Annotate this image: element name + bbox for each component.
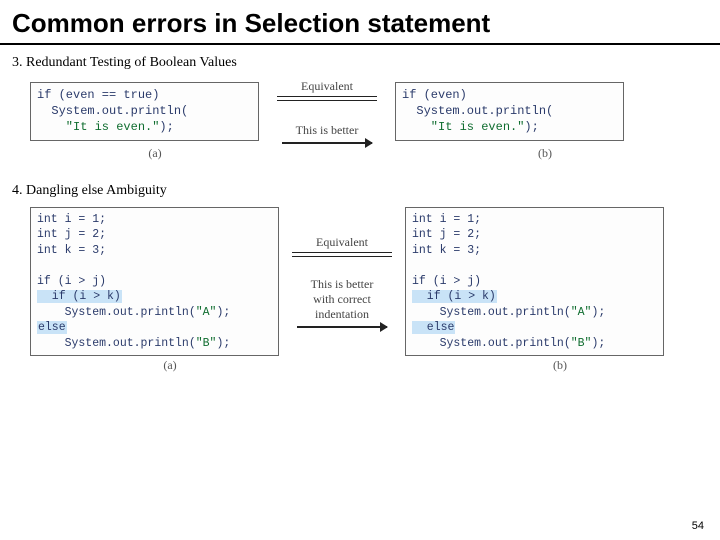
section-3-heading: 3. Redundant Testing of Boolean Values	[0, 45, 720, 77]
figure-3-captions: (a) (b)	[0, 144, 720, 161]
better-label-line3: indentation	[315, 307, 369, 322]
equivalent-label: Equivalent	[316, 235, 368, 250]
code-line: );	[216, 306, 230, 319]
code-line-highlight: else	[37, 321, 67, 334]
figure-3-middle: Equivalent This is better	[267, 79, 387, 144]
code-line: if (even == true)	[37, 88, 159, 102]
code-line: int i = 1;	[412, 213, 481, 226]
code-line: System.out.println(	[402, 104, 553, 118]
code-line: System.out.println(	[37, 306, 196, 319]
section-4-heading: 4. Dangling else Ambiguity	[0, 161, 720, 205]
caption-3b: (b)	[420, 146, 670, 161]
code-string: "It is even."	[37, 120, 159, 134]
code-box-3b: if (even) System.out.println( "It is eve…	[395, 82, 624, 141]
code-line: int k = 3;	[412, 244, 481, 257]
figure-4-captions: (a) (b)	[0, 356, 720, 373]
better-label-line2: with correct	[313, 292, 371, 307]
equivalent-rule-icon	[292, 252, 392, 257]
code-line-highlight: else	[412, 321, 455, 334]
code-string: "B"	[196, 337, 217, 350]
figure-4-middle: Equivalent This is better with correct i…	[287, 235, 397, 328]
page-title: Common errors in Selection statement	[0, 0, 720, 45]
code-string: "A"	[196, 306, 217, 319]
better-label: This is better	[296, 123, 359, 138]
code-line: );	[216, 337, 230, 350]
code-line-highlight: if (i > k)	[412, 290, 497, 303]
code-box-4b: int i = 1; int j = 2; int k = 3; if (i >…	[405, 207, 664, 357]
code-line: int k = 3;	[37, 244, 106, 257]
code-line: System.out.println(	[37, 104, 188, 118]
caption-4a: (a)	[30, 358, 310, 373]
code-line: if (i > j)	[37, 275, 106, 288]
code-line: int i = 1;	[37, 213, 106, 226]
code-line: int j = 2;	[412, 228, 481, 241]
code-box-4a: int i = 1; int j = 2; int k = 3; if (i >…	[30, 207, 279, 357]
code-line: if (i > j)	[412, 275, 481, 288]
code-line: System.out.println(	[412, 306, 571, 319]
better-label-line1: This is better	[311, 277, 374, 292]
figure-4-row: int i = 1; int j = 2; int k = 3; if (i >…	[0, 205, 720, 357]
arrow-right-icon	[282, 142, 372, 144]
code-line: );	[524, 120, 538, 134]
code-line: );	[591, 306, 605, 319]
code-box-3a: if (even == true) System.out.println( "I…	[30, 82, 259, 141]
code-line: );	[591, 337, 605, 350]
code-string: "B"	[571, 337, 592, 350]
code-line: System.out.println(	[37, 337, 196, 350]
code-string: "A"	[571, 306, 592, 319]
figure-3-row: if (even == true) System.out.println( "I…	[0, 77, 720, 144]
caption-4b: (b)	[430, 358, 690, 373]
page-number: 54	[692, 520, 704, 532]
equivalent-label: Equivalent	[301, 79, 353, 94]
code-line: );	[159, 120, 173, 134]
code-line: int j = 2;	[37, 228, 106, 241]
code-line-highlight: if (i > k)	[37, 290, 122, 303]
equivalent-rule-icon	[277, 96, 377, 101]
code-string: "It is even."	[402, 120, 524, 134]
code-line: System.out.println(	[412, 337, 571, 350]
code-line: if (even)	[402, 88, 467, 102]
caption-3a: (a)	[30, 146, 280, 161]
arrow-right-icon	[297, 326, 387, 328]
